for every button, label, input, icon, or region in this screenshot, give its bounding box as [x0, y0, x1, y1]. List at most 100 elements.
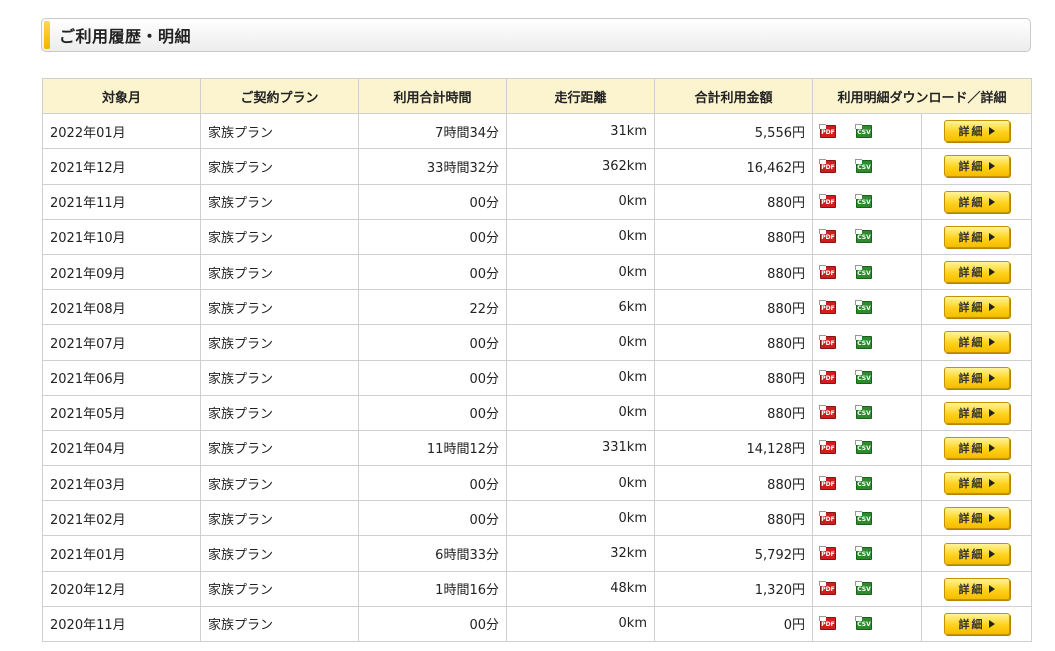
csv-icon[interactable]: CSV [855, 264, 872, 279]
pdf-icon[interactable]: PDF [819, 299, 836, 314]
csv-icon[interactable]: CSV [855, 546, 872, 561]
usage-history-table: 対象月 ご契約プラン 利用合計時間 走行距離 合計利用金額 利用明細ダウンロード… [42, 77, 1033, 643]
detail-button[interactable]: 詳細 [943, 436, 1010, 459]
play-arrow-icon [988, 584, 995, 593]
cell-detail: 詳細 [920, 253, 1033, 291]
cell-detail: 詳細 [920, 605, 1033, 643]
cell-distance: 0km [506, 359, 655, 396]
table-row: 2021年04月 家族プラン 11時間12分 331km 14,128円 PDF CSV 詳細 [42, 429, 1033, 467]
detail-button[interactable]: 詳細 [943, 120, 1010, 143]
cell-plan: 家族プラン [200, 324, 359, 361]
detail-button[interactable]: 詳細 [943, 401, 1010, 424]
detail-button[interactable]: 詳細 [943, 577, 1010, 600]
pdf-icon[interactable]: PDF [819, 581, 836, 596]
cell-amount: 880円 [654, 394, 813, 431]
csv-icon[interactable]: CSV [855, 510, 872, 525]
play-arrow-icon [988, 338, 995, 347]
cell-detail: 詳細 [920, 183, 1033, 220]
cell-month: 2021年04月 [42, 429, 201, 467]
detail-button[interactable]: 詳細 [943, 261, 1010, 284]
cell-amount: 0円 [654, 605, 813, 643]
detail-button[interactable]: 詳細 [943, 542, 1010, 565]
detail-button[interactable]: 詳細 [943, 507, 1010, 530]
cell-total-time: 00分 [358, 359, 507, 396]
csv-icon[interactable]: CSV [855, 616, 872, 631]
cell-amount: 14,128円 [654, 429, 813, 467]
play-arrow-icon [988, 619, 995, 628]
cell-detail: 詳細 [920, 218, 1033, 255]
header-target-month: 対象月 [42, 77, 201, 115]
csv-icon[interactable]: CSV [855, 405, 872, 420]
csv-icon[interactable]: CSV [855, 194, 872, 209]
cell-distance: 0km [506, 465, 655, 502]
pdf-icon[interactable]: PDF [819, 475, 836, 490]
cell-amount: 880円 [654, 359, 813, 396]
csv-icon[interactable]: CSV [855, 334, 872, 349]
csv-icon[interactable]: CSV [855, 123, 872, 138]
pdf-icon[interactable]: PDF [819, 616, 836, 631]
cell-month: 2021年02月 [42, 500, 201, 537]
table-row: 2021年12月 家族プラン 33時間32分 362km 16,462円 PDF CSV 詳細 [42, 148, 1033, 185]
header-plan: ご契約プラン [200, 77, 359, 115]
cell-total-time: 00分 [358, 605, 507, 643]
csv-icon[interactable]: CSV [855, 370, 872, 385]
pdf-icon[interactable]: PDF [819, 158, 836, 173]
cell-amount: 880円 [654, 465, 813, 502]
cell-total-time: 00分 [358, 394, 507, 431]
play-arrow-icon [988, 408, 995, 417]
section-title: ご利用履歴・明細 [59, 27, 192, 46]
cell-distance: 48km [506, 570, 655, 607]
csv-icon[interactable]: CSV [855, 440, 872, 455]
pdf-icon[interactable]: PDF [819, 334, 836, 349]
detail-button[interactable]: 詳細 [943, 225, 1010, 248]
cell-month: 2021年09月 [42, 253, 201, 291]
pdf-icon[interactable]: PDF [819, 370, 836, 385]
detail-button[interactable]: 詳細 [943, 366, 1010, 389]
cell-download: PDF CSV [812, 148, 922, 185]
detail-button[interactable]: 詳細 [943, 296, 1010, 319]
detail-button[interactable]: 詳細 [943, 612, 1010, 635]
detail-button[interactable]: 詳細 [943, 155, 1010, 178]
cell-distance: 0km [506, 324, 655, 361]
cell-download: PDF CSV [812, 253, 922, 291]
csv-icon[interactable]: CSV [855, 299, 872, 314]
pdf-icon[interactable]: PDF [819, 264, 836, 279]
cell-total-time: 11時間12分 [358, 429, 507, 467]
pdf-icon[interactable]: PDF [819, 405, 836, 420]
csv-icon[interactable]: CSV [855, 475, 872, 490]
header-total-time: 利用合計時間 [358, 77, 507, 115]
detail-button[interactable]: 詳細 [943, 190, 1010, 213]
cell-download: PDF CSV [812, 113, 922, 150]
play-arrow-icon [988, 303, 995, 312]
detail-button-label: 詳細 [958, 441, 985, 455]
detail-button-label: 詳細 [958, 230, 985, 244]
cell-download: PDF CSV [812, 289, 922, 326]
csv-icon[interactable]: CSV [855, 158, 872, 173]
pdf-icon[interactable]: PDF [819, 194, 836, 209]
pdf-icon[interactable]: PDF [819, 510, 836, 525]
pdf-icon[interactable]: PDF [819, 229, 836, 244]
cell-total-time: 33時間32分 [358, 148, 507, 185]
detail-button[interactable]: 詳細 [943, 331, 1010, 354]
cell-download: PDF CSV [812, 500, 922, 537]
cell-distance: 331km [506, 429, 655, 467]
table-row: 2021年11月 家族プラン 00分 0km 880円 PDF CSV 詳細 [42, 183, 1033, 220]
pdf-icon[interactable]: PDF [819, 123, 836, 138]
table-row: 2021年08月 家族プラン 22分 6km 880円 PDF CSV 詳細 [42, 289, 1033, 326]
csv-icon[interactable]: CSV [855, 229, 872, 244]
table-row: 2021年01月 家族プラン 6時間33分 32km 5,792円 PDF CSV 詳細 [42, 535, 1033, 572]
detail-button-label: 詳細 [958, 195, 985, 209]
detail-button[interactable]: 詳細 [943, 472, 1010, 495]
cell-amount: 5,792円 [654, 535, 813, 572]
cell-distance: 0km [506, 183, 655, 220]
cell-month: 2021年07月 [42, 324, 201, 361]
cell-amount: 1,320円 [654, 570, 813, 607]
cell-download: PDF CSV [812, 535, 922, 572]
pdf-icon[interactable]: PDF [819, 546, 836, 561]
pdf-icon[interactable]: PDF [819, 440, 836, 455]
cell-download: PDF CSV [812, 394, 922, 431]
play-arrow-icon [988, 373, 995, 382]
csv-icon[interactable]: CSV [855, 581, 872, 596]
table-row: 2021年09月 家族プラン 00分 0km 880円 PDF CSV 詳細 [42, 253, 1033, 291]
cell-amount: 16,462円 [654, 148, 813, 185]
